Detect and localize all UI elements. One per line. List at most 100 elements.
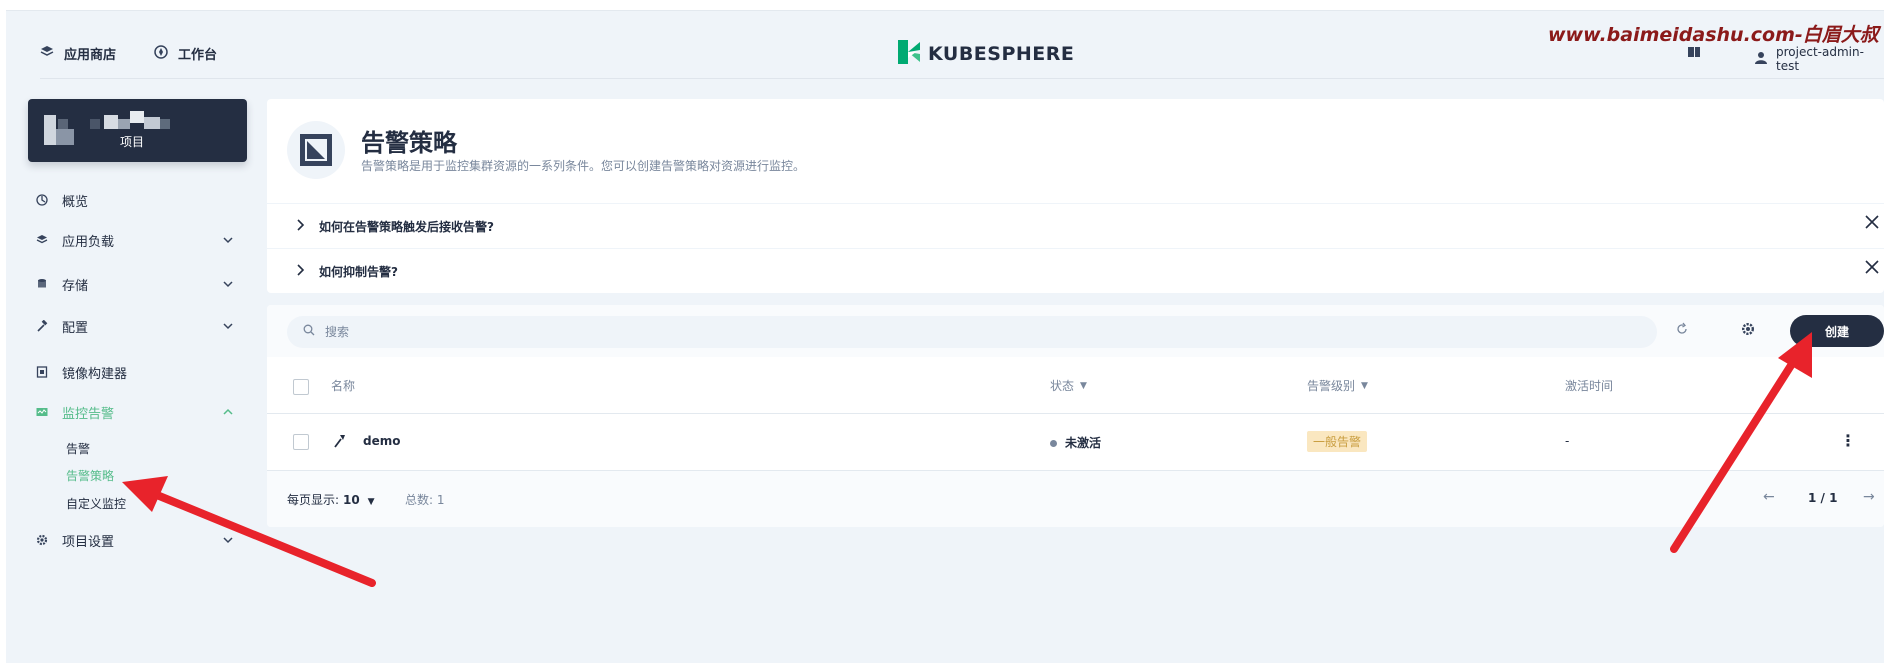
user-menu[interactable]: project-admin-test [1754, 45, 1884, 73]
sidebar-item-image-builder-label: 镜像构建器 [62, 366, 128, 382]
close-icon[interactable] [1864, 214, 1884, 235]
column-header-level[interactable]: 告警级别 ▼ [1307, 377, 1368, 394]
sidebar-item-project-settings[interactable]: 项目设置 [34, 530, 234, 550]
chevron-right-icon [295, 262, 305, 282]
search-icon [303, 324, 315, 340]
select-all-checkbox[interactable] [293, 379, 309, 395]
user-icon [1754, 51, 1768, 68]
sidebar-item-workloads-label: 应用负载 [62, 234, 115, 250]
sidebar-subitem-alerts[interactable]: 告警 [66, 440, 90, 457]
column-header-name-label: 名称 [331, 379, 356, 393]
sidebar-subitem-alert-policies[interactable]: 告警策略 [66, 467, 114, 484]
chevron-right-icon [295, 217, 305, 237]
total-count: 总数: 1 [405, 491, 445, 508]
nav-app-store-label: 应用商店 [64, 48, 117, 63]
monitor-icon [34, 404, 50, 420]
total-value: 1 [436, 493, 445, 507]
per-page-selector[interactable]: 每页显示: 10 ▼ [287, 491, 375, 508]
column-header-name[interactable]: 名称 [331, 377, 355, 394]
header: 应用商店 工作台 KUBESPHERE www.baimeidashu.com-… [6, 10, 1884, 79]
search-input[interactable] [323, 324, 1627, 340]
more-options-icon[interactable]: ⋮ [1840, 431, 1856, 450]
per-page-value: 10 [343, 493, 360, 507]
faq-item[interactable]: 如何抑制告警? [267, 249, 1884, 293]
column-header-activated-label: 激活时间 [1565, 379, 1614, 393]
alert-policy-icon [287, 121, 345, 179]
activated-time: - [1565, 434, 1570, 448]
kubesphere-logo[interactable]: KUBESPHERE [896, 38, 1074, 69]
stack-icon [34, 232, 50, 248]
status-cell: 未激活 [1050, 434, 1101, 451]
chevron-down-icon [222, 230, 234, 253]
username: project-admin-test [1776, 45, 1864, 73]
chevron-down-icon [222, 274, 234, 297]
chevron-down-icon [222, 316, 234, 339]
gear-icon[interactable] [1741, 321, 1755, 340]
table-row[interactable]: demo 未激活 一般告警 - ⋮ [267, 414, 1884, 471]
status-text: 未激活 [1065, 436, 1102, 450]
image-builder-icon [34, 364, 50, 380]
close-icon[interactable] [1864, 259, 1884, 280]
pagination: 每页显示: 10 ▼ 总数: 1 ← 1 / 1 → [267, 471, 1884, 527]
row-checkbox[interactable] [293, 434, 309, 450]
hammer-icon [34, 318, 50, 334]
stack-icon [40, 45, 54, 63]
sidebar-item-overview[interactable]: 概览 [34, 190, 234, 210]
table-toolbar: 创建 [267, 305, 1884, 357]
total-label: 总数: [405, 493, 434, 507]
status-dot [1050, 440, 1057, 447]
sidebar-item-image-builder[interactable]: 镜像构建器 [34, 362, 234, 382]
project-type-label: 项目 [120, 135, 145, 149]
page-indicator: 1 / 1 [1808, 491, 1838, 505]
title-panel: 告警策略 告警策略是用于监控集群资源的一系列条件。您可以创建告警策略对资源进行监… [267, 99, 1884, 203]
per-page-label: 每页显示: [287, 493, 340, 507]
page-description: 告警策略是用于监控集群资源的一系列条件。您可以创建告警策略对资源进行监控。 [361, 159, 806, 173]
prev-page-icon[interactable]: ← [1763, 489, 1775, 505]
nav-app-store[interactable]: 应用商店 [40, 44, 116, 63]
chevron-down-icon [222, 530, 234, 553]
docs-button[interactable] [1687, 45, 1701, 62]
column-header-status-label: 状态 [1050, 379, 1075, 393]
policy-name-link[interactable]: demo [363, 434, 400, 448]
sidebar-item-project-settings-label: 项目设置 [62, 534, 115, 550]
header-divider [40, 78, 1884, 79]
kubesphere-logo-icon [896, 38, 922, 69]
table-header: 名称 状态 ▼ 告警级别 ▼ 激活时间 [267, 357, 1884, 414]
page-title: 告警策略 [361, 129, 457, 157]
sidebar-subitem-custom-monitoring[interactable]: 自定义监控 [66, 495, 126, 512]
compass-icon [154, 44, 168, 63]
sidebar-item-overview-label: 概览 [62, 194, 89, 210]
faq-item[interactable]: 如何在告警策略触发后接收告警? [267, 204, 1884, 248]
caret-down-icon: ▼ [1080, 380, 1087, 391]
nav-workbench-label: 工作台 [178, 48, 218, 63]
sidebar-item-config-label: 配置 [62, 320, 89, 336]
sidebar-item-monitoring[interactable]: 监控告警 [34, 402, 234, 422]
search-box[interactable] [287, 316, 1657, 348]
sidebar-item-storage-label: 存储 [62, 278, 89, 294]
column-header-status[interactable]: 状态 ▼ [1050, 377, 1087, 394]
create-button[interactable]: 创建 [1790, 315, 1884, 347]
level-badge: 一般告警 [1307, 431, 1368, 452]
next-page-icon[interactable]: → [1863, 489, 1875, 505]
sidebar-item-workloads[interactable]: 应用负载 [34, 230, 234, 250]
column-header-level-label: 告警级别 [1307, 379, 1356, 393]
sidebar-item-monitoring-label: 监控告警 [62, 406, 115, 422]
sidebar-item-config[interactable]: 配置 [34, 316, 234, 336]
alert-policy-table-panel: 创建 名称 状态 ▼ 告警级别 ▼ 激活时间 demo 未激活 一般告警 - ⋮ 每… [267, 305, 1884, 527]
book-icon [1687, 45, 1701, 62]
left-edge [0, 0, 6, 663]
storage-icon [34, 276, 50, 292]
nav-workbench[interactable]: 工作台 [154, 44, 217, 63]
project-card[interactable]: 项目 [28, 99, 247, 162]
faq-question: 如何抑制告警? [319, 265, 398, 279]
refresh-icon[interactable] [1675, 321, 1689, 340]
gear-icon [34, 532, 50, 548]
faq-question: 如何在告警策略触发后接收告警? [319, 220, 494, 234]
column-header-activated: 激活时间 [1565, 377, 1613, 394]
wrench-icon [333, 433, 347, 452]
caret-down-icon: ▼ [1361, 380, 1368, 391]
caret-down-icon: ▼ [367, 497, 375, 507]
dashboard-icon [34, 192, 50, 208]
project-avatar [44, 115, 74, 145]
sidebar-item-storage[interactable]: 存储 [34, 274, 234, 294]
